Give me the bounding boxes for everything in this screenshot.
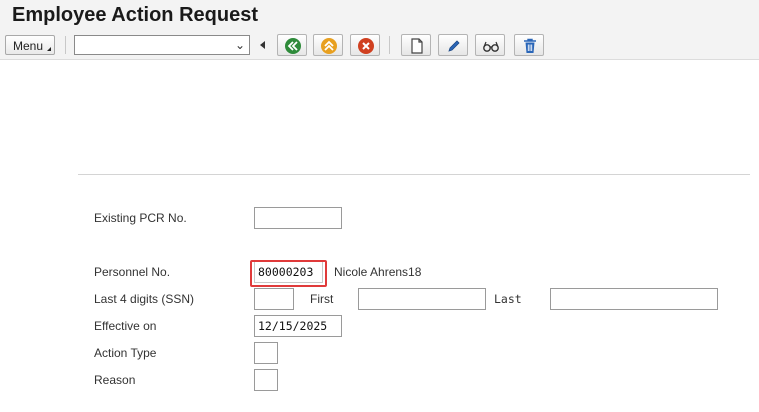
ssn-label: Last 4 digits (SSN): [94, 292, 195, 306]
back-icon: [285, 38, 301, 54]
chevron-down-icon[interactable]: ⌄: [235, 38, 245, 52]
display-button[interactable]: [475, 34, 505, 56]
first-name-label: First: [310, 292, 334, 306]
toolbar-separator: [389, 36, 390, 54]
cancel-button[interactable]: [350, 34, 380, 56]
new-document-button[interactable]: [401, 34, 431, 56]
new-document-icon: [411, 38, 423, 54]
menu-button[interactable]: Menu: [5, 35, 55, 55]
reason-field[interactable]: [254, 369, 278, 391]
action-type-label: Action Type: [94, 346, 157, 360]
toolbar-separator: [65, 36, 66, 54]
first-name-field[interactable]: [358, 288, 486, 310]
title-bar: Employee Action Request: [0, 0, 759, 32]
menu-corner-icon: [47, 47, 51, 51]
effective-on-label: Effective on: [94, 319, 157, 333]
collapse-arrow-icon[interactable]: [260, 41, 265, 49]
delete-trash-icon: [524, 38, 536, 53]
edit-button[interactable]: [438, 34, 468, 56]
cancel-icon: [358, 38, 374, 54]
page-title: Employee Action Request: [12, 4, 258, 26]
employee-name-display: Nicole Ahrens18: [334, 265, 422, 279]
existing-pcr-field[interactable]: [254, 207, 342, 229]
ssn-field[interactable]: [254, 288, 294, 310]
menu-button-label: Menu: [13, 39, 44, 53]
command-field[interactable]: ⌄: [74, 35, 250, 55]
action-type-field[interactable]: [254, 342, 278, 364]
highlight-box: [250, 260, 327, 287]
toolbar: Menu ⌄: [0, 32, 759, 60]
edit-pencil-icon: [448, 40, 460, 52]
reason-label: Reason: [94, 373, 136, 387]
exit-button[interactable]: [313, 34, 343, 56]
exit-icon: [321, 38, 337, 54]
last-name-label: Last: [494, 292, 522, 306]
existing-pcr-label: Existing PCR No.: [94, 211, 187, 225]
display-glasses-icon: [483, 41, 499, 52]
personnel-no-label: Personnel No.: [94, 265, 171, 279]
last-name-field[interactable]: [550, 288, 718, 310]
delete-button[interactable]: [514, 34, 544, 56]
section-divider: [78, 174, 750, 175]
effective-on-field[interactable]: 12/15/2025: [254, 315, 342, 337]
back-button[interactable]: [277, 34, 307, 56]
